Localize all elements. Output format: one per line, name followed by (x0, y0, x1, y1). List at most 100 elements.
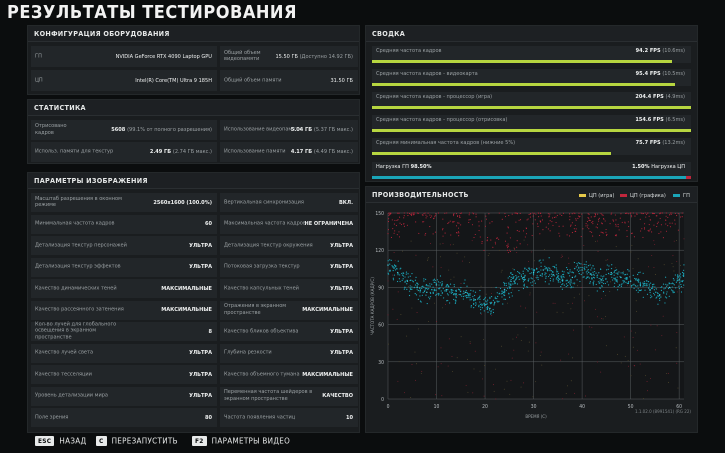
cpu-render-point (488, 213, 490, 215)
cpu-render-point (431, 215, 433, 217)
cpu-render-point (575, 228, 577, 230)
cpu-render-point (558, 232, 560, 234)
setting-value: КАЧЕСТВО (322, 393, 353, 399)
cpu-render-point (490, 239, 492, 241)
cpu-render-point (478, 225, 480, 227)
cpu-game-point (610, 281, 611, 283)
cpu-render-point (403, 212, 405, 214)
gpu-point (522, 287, 525, 290)
c-key: C (96, 436, 107, 446)
setting-value: 2560x1600 (100.0%) (153, 199, 212, 206)
gpu-point (635, 279, 637, 281)
gpu-point (430, 292, 432, 294)
gpu-point (411, 272, 413, 275)
gpu-point (546, 270, 549, 272)
gpu-point (678, 285, 680, 287)
cpu-game-point (588, 326, 590, 328)
gpu-point (632, 274, 634, 276)
cpu-game-point (450, 278, 452, 280)
gpu-point (569, 283, 571, 285)
cpu-render-point (411, 212, 413, 214)
cpu-game-point (630, 251, 632, 253)
y-tick-label: 0 (381, 397, 384, 403)
gpu-point (673, 279, 675, 281)
cpu-game-point (601, 298, 602, 300)
cpu-render-point (648, 215, 650, 217)
gpu-point (615, 279, 617, 281)
cpu-render-point (658, 232, 660, 235)
cpu-render-point (518, 230, 520, 232)
cpu-render-point (674, 219, 676, 221)
back-hint[interactable]: ESC НАЗАД (35, 436, 86, 446)
gpu-point (470, 306, 472, 308)
gpu-point (465, 289, 467, 292)
cpu-render-point (442, 229, 444, 231)
gpu-point (503, 298, 505, 300)
cpu-render-point (548, 216, 550, 218)
cpu-render-point (425, 217, 427, 219)
gpu-point (498, 293, 500, 295)
setting-value: НЕ ОГРАНИЧЕНА (304, 221, 353, 227)
gpu-point (566, 268, 569, 271)
gpu-point (602, 276, 604, 278)
gpu-point (660, 289, 662, 291)
cpu-game-point (520, 305, 522, 307)
setting-cell: Частота появления частиц 10 (220, 408, 358, 427)
gpu-point (395, 266, 397, 268)
gpu-point (631, 284, 633, 287)
gpu-point (629, 276, 631, 278)
setting-cell: Кол-во лучей для глобального освещения в… (31, 321, 217, 341)
cpu-render-point (552, 224, 554, 226)
restart-hint[interactable]: C ПЕРЕЗАПУСТИТЬ (96, 436, 178, 446)
cpu-render-point (422, 214, 424, 216)
summary-value: 204.4 FPS (635, 94, 664, 100)
legend-label: ГП (683, 193, 690, 199)
cpu-render-point (662, 237, 664, 239)
cpu-game-point (623, 270, 624, 272)
cpu-render-point (397, 219, 399, 221)
cpu-game-point (648, 266, 649, 268)
cpu-render-point (585, 223, 587, 225)
vram-use-sub: (5.37 ГБ макс.) (313, 127, 353, 133)
gpu-point (481, 304, 483, 307)
cpu-game-point (417, 328, 419, 330)
cpu-render-point (399, 222, 401, 224)
gpu-point (600, 268, 602, 271)
gpu-trend-point (406, 280, 409, 282)
summary-bar (372, 106, 691, 109)
gpu-point (649, 291, 651, 294)
cpu-render-point (571, 213, 573, 215)
cpu-game-point (666, 373, 667, 374)
setting-label: Качество капсульных теней (224, 285, 299, 292)
gpu-point (643, 281, 645, 283)
summary-value-wrap: 95.4 FPS (10.5ms) (636, 71, 685, 77)
setting-label: Уровень детализации мира (35, 392, 109, 399)
cpu-render-point (644, 212, 646, 214)
gpu-point (510, 279, 512, 281)
gpu-point (531, 281, 534, 283)
cpu-render-point (578, 215, 580, 217)
summary-sub: (13.2ms) (662, 140, 685, 146)
gpu-point (496, 292, 498, 294)
gpu-point (417, 289, 420, 292)
cpu-game-point (577, 285, 578, 287)
gpu-point (579, 280, 581, 283)
gpu-trend-point (489, 307, 491, 310)
cpu-render-point (536, 223, 539, 225)
gpu-point (450, 292, 452, 294)
cpu-render-point (669, 222, 671, 224)
cpu-game-point (428, 257, 430, 259)
gpu-point (509, 287, 512, 289)
video-settings-hint[interactable]: F2 ПАРАМЕТРЫ ВИДЕО (192, 436, 290, 446)
cpu-game-point (448, 338, 450, 340)
cpu-render-point (577, 217, 579, 220)
cpu-game-point (535, 276, 536, 278)
gpu-point (454, 302, 456, 304)
gpu-point (589, 282, 591, 284)
cpu-game-point (513, 349, 515, 351)
setting-label: Детализация текстур окружения (224, 242, 313, 249)
gpu-point (387, 273, 390, 275)
cpu-render-point (549, 213, 551, 215)
cpu-render-point (625, 212, 627, 215)
gpu-point (435, 289, 437, 291)
